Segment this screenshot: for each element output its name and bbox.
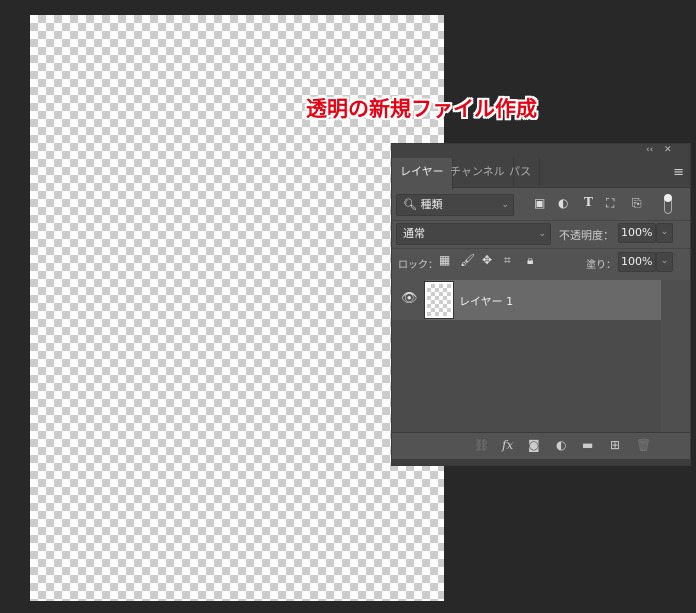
add-mask-icon[interactable]: ◙ [528,438,540,452]
new-layer-icon[interactable]: ⊞ [610,438,620,452]
fill-dropdown[interactable]: ⌄ [656,252,673,272]
filter-kind-select[interactable]: 🔍︎ 種類 ⌄ [396,194,514,216]
filter-kind-label: 種類 [420,198,443,211]
caption-title: 透明の新規ファイル作成 [306,97,537,121]
delete-layer-icon[interactable]: 🗑︎ [636,438,651,452]
blend-mode-value: 通常 [403,227,425,240]
panel-resize-grip[interactable] [392,459,690,465]
opacity-dropdown[interactable]: ⌄ [656,223,673,243]
divider [392,220,690,221]
eye-icon[interactable]: 👁︎ [401,291,418,306]
collapse-icon[interactable]: ‹‹ [646,145,653,155]
image-filter-icon[interactable]: ▣ [534,196,545,210]
chevron-down-icon: ⌄ [501,200,509,210]
lock-position-icon[interactable]: ✥ [482,253,492,267]
layer-name: レイヤー 1 [459,295,514,308]
fx-icon[interactable]: fx [502,438,513,452]
panel-footer: ⛓︎ fx ◙ ◐ ▬ ⊞ 🗑︎ [392,432,690,460]
layer-thumbnail [424,281,454,319]
smart-object-filter-icon[interactable]: ⎘ [632,196,642,211]
panel-topbar: ‹‹ ✕ [392,144,690,158]
divider [392,248,690,249]
link-layers-icon[interactable]: ⛓︎ [474,438,489,452]
fill-input[interactable]: 100% [618,252,656,272]
lock-image-pixels-icon[interactable]: 🖌︎ [460,253,475,267]
filter-toggle[interactable] [664,194,672,214]
close-icon[interactable]: ✕ [664,145,672,155]
new-group-icon[interactable]: ▬ [582,438,593,452]
panel-tabs: レイヤー チャンネル パス ≡ [392,158,690,189]
shape-filter-icon[interactable]: ⛶ [606,196,614,211]
lock-all-icon[interactable]: 🔒︎ [527,253,533,268]
chevron-down-icon: ⌄ [538,229,546,239]
tab-paths[interactable]: パス [501,158,540,188]
adjustment-filter-icon[interactable]: ◐ [558,196,568,210]
new-adjustment-layer-icon[interactable]: ◐ [556,438,566,452]
lock-artboard-icon[interactable]: ⌗ [504,253,511,268]
fill-label: 塗り： [586,260,616,271]
layers-scrollbar[interactable] [661,280,690,432]
panel-menu-icon[interactable]: ≡ [673,165,684,180]
toggle-knob [664,194,672,202]
lock-label: ロック： [398,260,438,271]
layer-row[interactable]: レイヤー 1 [426,280,661,320]
type-filter-icon[interactable]: T [584,195,593,209]
lock-transparent-pixels-icon[interactable]: ▦ [439,253,450,267]
layers-panel: ‹‹ ✕ レイヤー チャンネル パス ≡ 🔍︎ 種類 ⌄ ▣ ◐ T ⛶ ⎘ 通… [391,143,691,466]
blend-mode-select[interactable]: 通常 ⌄ [396,223,551,245]
layers-list-empty [392,320,661,432]
search-icon: 🔍︎ [403,198,417,211]
opacity-input[interactable]: 100% [618,223,656,243]
opacity-label: 不透明度： [559,229,614,242]
